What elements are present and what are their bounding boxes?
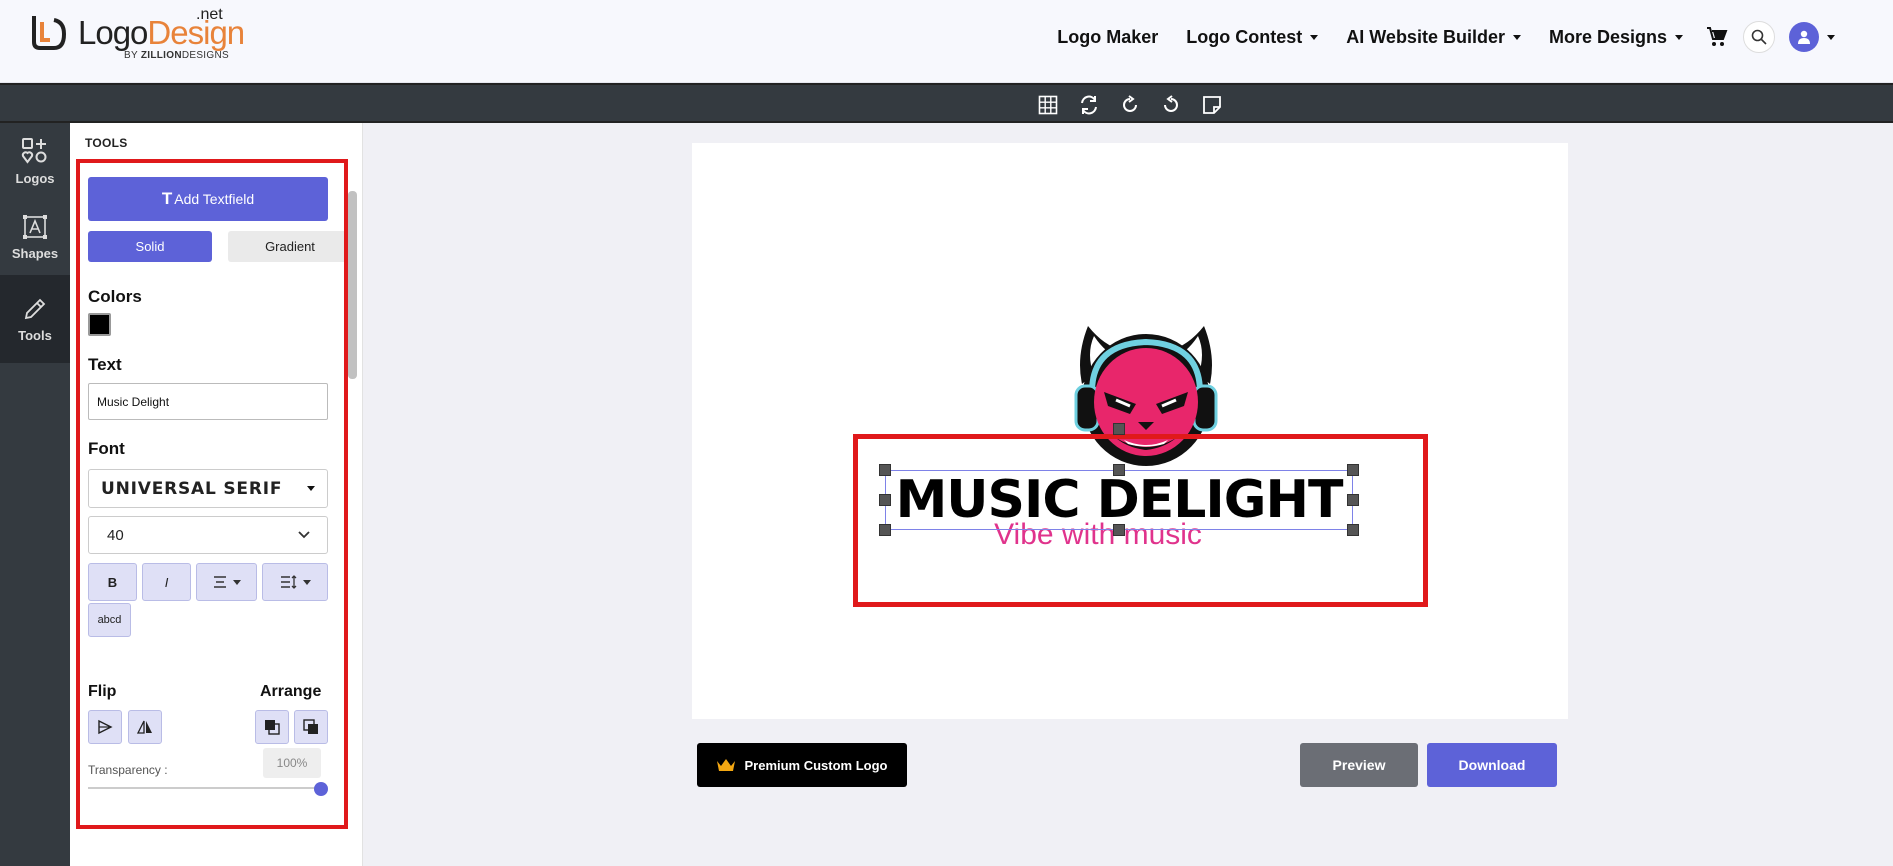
nav-more-designs[interactable]: More Designs [1549, 27, 1683, 48]
grid-icon [1038, 95, 1058, 115]
flip-vertical-icon [137, 720, 152, 734]
caret-down-icon [1675, 34, 1683, 40]
text-case-button[interactable]: abcd [88, 603, 131, 637]
caret-down-icon [233, 579, 241, 585]
panel-title: TOOLS [85, 136, 128, 150]
gradient-fill-button[interactable]: Gradient [228, 231, 344, 262]
text-input[interactable] [88, 383, 328, 420]
resize-handle-middle-right[interactable] [1347, 494, 1359, 506]
flip-horizontal-icon [98, 719, 113, 735]
text-icon: T [161, 189, 173, 208]
logo-mark-icon [32, 16, 67, 50]
solid-fill-button[interactable]: Solid [88, 231, 212, 262]
cart-icon[interactable] [1705, 25, 1729, 49]
crown-icon [717, 759, 736, 771]
download-button[interactable]: Download [1427, 743, 1557, 787]
rail-item-shapes[interactable]: Shapes [0, 199, 70, 275]
user-icon [1798, 30, 1810, 44]
transparency-slider-track[interactable] [88, 787, 322, 789]
grid-button[interactable] [1036, 93, 1060, 117]
caret-down-icon [1310, 34, 1319, 40]
caret-down-icon [307, 486, 315, 491]
italic-button[interactable]: I [142, 563, 191, 601]
bring-forward-icon [265, 720, 280, 735]
swap-button[interactable] [1077, 93, 1101, 117]
text-label: Text [88, 355, 122, 374]
nav-logo-contest[interactable]: Logo Contest [1186, 27, 1319, 48]
pencil-icon [24, 298, 46, 319]
caret-down-icon [1512, 34, 1521, 40]
nav-ai-website-builder[interactable]: AI Website Builder [1346, 27, 1521, 48]
arrange-label: Arrange [260, 683, 322, 700]
selection-box[interactable] [885, 470, 1353, 530]
flip-label: Flip [88, 683, 117, 700]
color-swatch[interactable] [88, 313, 111, 336]
site-logo[interactable]: LogoDesign .net BY ZILLIONDESIGNS [28, 6, 245, 68]
line-spacing-icon [280, 575, 296, 589]
tools-panel: TOOLS T Add Textfield Solid Gradient Colo… [70, 123, 363, 866]
send-backward-button[interactable] [294, 710, 328, 744]
caret-down-icon [1827, 34, 1835, 40]
editor-toolbar [0, 83, 1893, 123]
resize-handle-top-right[interactable] [1347, 464, 1359, 476]
logos-icon [21, 137, 47, 164]
transparency-value[interactable]: 100% [263, 748, 321, 778]
top-navbar: LogoDesign .net BY ZILLIONDESIGNS Logo M… [0, 0, 1893, 83]
font-label: Font [88, 439, 125, 458]
resize-handle-bottom-center[interactable] [1113, 524, 1125, 536]
rotate-handle[interactable] [1113, 423, 1125, 435]
flip-vertical-button[interactable] [128, 710, 162, 744]
nav-logo-maker[interactable]: Logo Maker [1057, 27, 1158, 48]
left-rail: Logos Shapes Tools [0, 123, 70, 866]
logo-net-suffix: .net [196, 6, 223, 23]
search-icon [1751, 29, 1767, 45]
send-backward-icon [303, 719, 318, 734]
flip-horizontal-button[interactable] [88, 710, 122, 744]
resize-handle-middle-left[interactable] [879, 494, 891, 506]
rotate-right-button[interactable] [1118, 93, 1142, 117]
align-center-icon [214, 576, 226, 588]
resize-handle-top-center[interactable] [1113, 464, 1125, 476]
text-align-button[interactable] [196, 563, 257, 601]
caret-down-icon [302, 579, 311, 585]
main-nav: Logo Maker Logo Contest AI Website Build… [1029, 21, 1835, 53]
user-menu[interactable] [1789, 22, 1835, 52]
avatar [1789, 22, 1819, 52]
font-size-select[interactable]: 40 [88, 516, 328, 554]
sticky-note-button[interactable] [1200, 93, 1224, 117]
rail-item-tools[interactable]: Tools [0, 275, 70, 363]
text-tools-highlight: T Add Textfield Solid Gradient Colors Tex… [76, 159, 348, 829]
premium-custom-logo-button[interactable]: Premium Custom Logo [697, 743, 907, 787]
line-spacing-button[interactable] [262, 563, 328, 601]
colors-label: Colors [88, 287, 142, 306]
swap-icon [1081, 95, 1097, 115]
resize-handle-bottom-right[interactable] [1347, 524, 1359, 536]
transparency-slider-thumb[interactable] [314, 782, 328, 796]
add-textfield-button[interactable]: T Add Textfield [88, 177, 328, 221]
panel-scrollbar[interactable] [348, 191, 357, 379]
resize-handle-top-left[interactable] [879, 464, 891, 476]
rotate-left-button[interactable] [1159, 93, 1183, 117]
transparency-label: Transparency : [88, 763, 168, 777]
rotate-left-icon [1164, 95, 1178, 112]
preview-button[interactable]: Preview [1300, 743, 1418, 787]
bring-forward-button[interactable] [255, 710, 289, 744]
logo-byline: BY ZILLIONDESIGNS [124, 50, 229, 61]
resize-handle-bottom-left[interactable] [879, 524, 891, 536]
rail-item-logos[interactable]: Logos [0, 123, 70, 199]
chevron-down-icon [298, 531, 310, 539]
rotate-right-icon [1123, 95, 1137, 112]
shapes-icon [23, 214, 47, 239]
search-button[interactable] [1743, 21, 1775, 53]
bold-button[interactable]: B [88, 563, 137, 601]
font-dropdown[interactable]: UNIVERSAL SERIF [88, 469, 328, 508]
sticky-note-icon [1203, 96, 1221, 114]
